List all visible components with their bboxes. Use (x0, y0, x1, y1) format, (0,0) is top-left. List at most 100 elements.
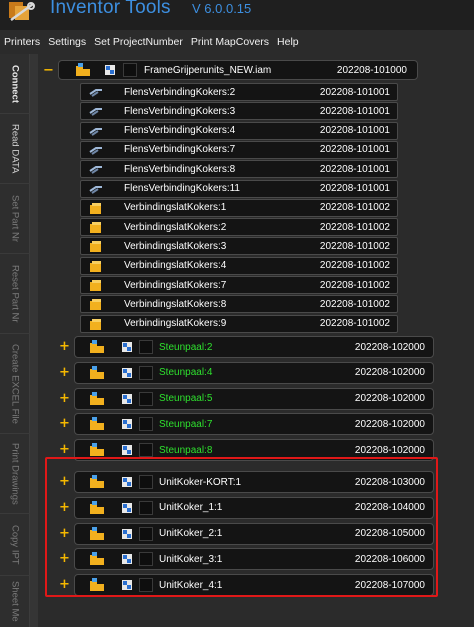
node-label: UnitKoker-KORT:1 (159, 476, 242, 488)
assembly-icon (90, 417, 104, 431)
node-label: Steunpaal:8 (159, 444, 213, 456)
part-number: 202208-101002 (319, 260, 390, 272)
app-version: V 6.0.0.15 (192, 1, 252, 16)
status-box (139, 443, 153, 458)
tree-assembly-node[interactable]: Steunpaal:2 202208-102000 (74, 336, 434, 358)
nav-tab-read-data[interactable]: Read DATA (0, 114, 30, 184)
thumbnail-icon (122, 419, 132, 430)
tree-child-node[interactable]: VerbindingslatKokers:2 202208-101002 (80, 218, 398, 237)
nav-tab-label: Copy IPT (9, 524, 21, 565)
nav-tab-set-part-nr[interactable]: Set Part Nr (0, 184, 30, 254)
nav-tab-print-drawings[interactable]: Print Drawings (0, 434, 30, 514)
vertical-scrollbar[interactable] (30, 54, 38, 627)
tree-child-node[interactable]: FlensVerbindingKokers:7 202208-101001 (80, 140, 398, 159)
expand-toggle[interactable]: + (59, 577, 70, 592)
tree-child-node[interactable]: VerbindingslatKokers:4 202208-101002 (80, 256, 398, 275)
tree-assembly-node[interactable]: UnitKoker_1:1 202208-104000 (74, 496, 434, 519)
part-number: 202208-101001 (319, 105, 390, 117)
tree-assembly-node[interactable]: Steunpaal:4 202208-102000 (74, 361, 434, 384)
tree-child-node[interactable]: VerbindingslatKokers:8 202208-101002 (80, 295, 398, 314)
part-number: 202208-102000 (354, 367, 425, 379)
expand-toggle[interactable]: + (59, 551, 70, 566)
node-label: VerbindingslatKokers:2 (124, 221, 227, 233)
thumbnail-icon (122, 502, 132, 513)
tree-assembly-node[interactable]: Steunpaal:5 202208-102000 (74, 387, 434, 410)
nav-tab-reset-part-nr[interactable]: Reset Part Nr (0, 254, 30, 334)
expand-toggle[interactable]: + (59, 416, 70, 431)
expand-toggle[interactable]: + (59, 442, 70, 457)
flange-part-icon (89, 146, 102, 155)
title-bar: Inventor Tools V 6.0.0.15 (0, 0, 474, 30)
status-box (139, 552, 153, 567)
part-icon (90, 299, 101, 311)
expand-toggle[interactable]: + (59, 526, 70, 541)
tree-child-node[interactable]: FlensVerbindingKokers:2 202208-101001 (80, 83, 398, 101)
part-icon (90, 241, 101, 253)
flange-part-icon (89, 127, 102, 136)
assembly-icon (90, 552, 104, 566)
expand-toggle[interactable]: + (59, 365, 70, 380)
thumbnail-icon (122, 367, 132, 378)
nav-tab-label: Create EXCEL File (9, 343, 21, 424)
expand-toggle[interactable]: + (59, 474, 70, 489)
tree-root-node[interactable]: FrameGrijperunits_NEW.iam 202208-101000 (58, 60, 418, 80)
side-navigation: Connect Read DATA Set Part Nr Reset Part… (0, 54, 30, 627)
node-label: FlensVerbindingKokers:3 (124, 105, 236, 117)
tree-child-node[interactable]: VerbindingslatKokers:3 202208-101002 (80, 237, 398, 256)
part-icon (90, 222, 101, 234)
part-icon (90, 202, 101, 214)
nav-tab-connect[interactable]: Connect (0, 54, 30, 114)
tree-child-node[interactable]: VerbindingslatKokers:9 202208-101002 (80, 314, 398, 333)
menu-printers[interactable]: Printers (4, 36, 40, 48)
tree-child-node[interactable]: FlensVerbindingKokers:3 202208-101001 (80, 102, 398, 121)
tree-assembly-node[interactable]: UnitKoker-KORT:1 202208-103000 (74, 471, 434, 493)
tree-assembly-node[interactable]: Steunpaal:8 202208-102000 (74, 439, 434, 462)
part-number: 202208-106000 (354, 553, 425, 565)
thumbnail-icon (122, 580, 132, 591)
menu-set-projectnumber[interactable]: Set ProjectNumber (94, 36, 183, 48)
node-label: Steunpaal:2 (159, 341, 213, 353)
assembly-icon (90, 526, 104, 540)
flange-part-icon (89, 108, 102, 117)
part-number: 202208-101001 (319, 86, 390, 98)
expand-toggle[interactable]: + (59, 391, 70, 406)
expand-toggle[interactable]: + (59, 339, 70, 354)
part-number: 202208-101001 (319, 125, 390, 137)
assembly-icon (90, 391, 104, 405)
flange-part-icon (89, 185, 102, 194)
assembly-icon (76, 63, 90, 76)
menu-print-mapcovers[interactable]: Print MapCovers (191, 36, 269, 48)
tree-child-node[interactable]: VerbindingslatKokers:1 202208-101002 (80, 198, 398, 217)
node-label: VerbindingslatKokers:9 (124, 318, 227, 330)
status-box (139, 340, 153, 354)
menu-settings[interactable]: Settings (48, 36, 86, 48)
tree-child-node[interactable]: FlensVerbindingKokers:4 202208-101001 (80, 121, 398, 140)
part-number: 202208-101001 (319, 183, 390, 194)
expand-toggle[interactable]: + (59, 500, 70, 515)
node-label: VerbindingslatKokers:1 (124, 202, 227, 214)
nav-tab-label: Print Drawings (9, 442, 21, 505)
app-window: Inventor Tools V 6.0.0.15 Printers Setti… (0, 0, 474, 627)
tree-assembly-node[interactable]: UnitKoker_3:1 202208-106000 (74, 548, 434, 571)
tree-child-node[interactable]: VerbindingslatKokers:7 202208-101002 (80, 276, 398, 294)
menu-bar: Printers Settings Set ProjectNumber Prin… (0, 30, 474, 54)
app-logo-icon (9, 2, 35, 22)
part-icon (90, 280, 101, 291)
node-label: Steunpaal:5 (159, 393, 213, 405)
node-label: VerbindingslatKokers:3 (124, 240, 227, 252)
nav-tab-copy-ipt[interactable]: Copy IPT (0, 514, 30, 576)
collapse-toggle[interactable]: − (43, 63, 54, 78)
assembly-tree: − FrameGrijperunits_NEW.iam 202208-10100… (38, 54, 474, 627)
app-title: Inventor Tools (50, 0, 171, 18)
tree-child-node[interactable]: FlensVerbindingKokers:8 202208-101001 (80, 160, 398, 179)
part-number: 202208-107000 (354, 579, 425, 591)
nav-tab-create-excel-file[interactable]: Create EXCEL File (0, 334, 30, 434)
tree-assembly-node[interactable]: Steunpaal:7 202208-102000 (74, 413, 434, 436)
tree-assembly-node[interactable]: UnitKoker_4:1 202208-107000 (74, 574, 434, 597)
menu-help[interactable]: Help (277, 36, 299, 48)
tree-child-node[interactable]: FlensVerbindingKokers:11 202208-101001 (80, 179, 398, 198)
part-icon (90, 318, 101, 330)
part-number: 202208-102000 (354, 341, 425, 353)
tree-assembly-node[interactable]: UnitKoker_2:1 202208-105000 (74, 522, 434, 545)
nav-tab-sheet-metal[interactable]: Sheet Me (0, 576, 30, 627)
